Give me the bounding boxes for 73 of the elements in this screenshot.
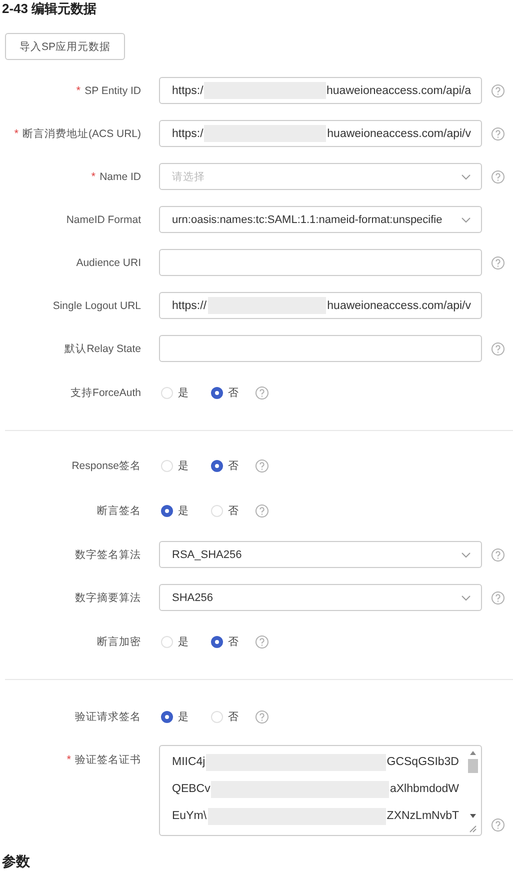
field-label: 断言加密 [97, 634, 141, 648]
help-icon[interactable] [491, 590, 505, 604]
text-line-end: aXlhbmdodW [390, 783, 459, 795]
scroll-down-icon[interactable] [469, 813, 477, 819]
text-line-start: MIIC4j [172, 756, 206, 768]
field-label: 数字摘要算法 [75, 590, 141, 604]
help-icon[interactable] [255, 458, 269, 472]
help-icon[interactable] [491, 548, 505, 562]
radio-option[interactable]: 是 [161, 634, 189, 648]
input-field[interactable]: https:// huaweioneaccess.com/api/v [159, 292, 482, 319]
radio-option[interactable]: 是 [161, 386, 189, 400]
radio-option[interactable]: 否 [211, 710, 239, 724]
text-line-end: ZXNzLmNvbT [386, 810, 459, 822]
radio-button[interactable] [211, 460, 223, 472]
required-mark: * [76, 84, 81, 96]
help-icon[interactable] [491, 84, 505, 98]
help-icon[interactable] [255, 710, 269, 724]
required-mark: * [91, 170, 96, 182]
required-mark: * [66, 754, 71, 766]
help-icon[interactable] [255, 634, 269, 648]
field-label: 断言消费地址(ACS URL) [22, 126, 141, 140]
chevron-down-icon [461, 552, 471, 558]
figure-caption: 2-43 编辑元数据 [1, 0, 98, 16]
text-area[interactable]: MIIC4j GCSqGSIb3D QEBCv aXlhbmdodW EuYm\ ZXNzLmNvbT [159, 745, 482, 836]
resize-grip-icon[interactable] [469, 825, 477, 833]
radio-option[interactable]: 否 [211, 458, 239, 472]
field-label: Name ID [100, 170, 141, 182]
input-field[interactable] [159, 335, 482, 362]
radio-option[interactable]: 否 [211, 634, 239, 648]
help-icon[interactable] [255, 386, 269, 400]
select-field[interactable]: RSA_SHA256 [159, 541, 482, 568]
section-heading: 参数 [1, 853, 31, 871]
text-line-start: QEBCv [172, 783, 210, 795]
radio-button[interactable] [161, 504, 173, 516]
radio-button[interactable] [211, 636, 223, 648]
field-label: 断言签名 [97, 504, 141, 518]
import-button[interactable]: 导入SP应用元数据 [5, 33, 125, 60]
select-field[interactable]: urn:oasis:names:tc:SAML:1.1:nameid-format:unspecifie [159, 206, 482, 233]
radio-button[interactable] [161, 710, 173, 722]
field-label: 默认Relay State [64, 342, 141, 356]
radio-option[interactable]: 否 [211, 386, 239, 400]
chevron-down-icon [461, 174, 471, 180]
field-label: Single Logout URL [52, 300, 141, 312]
scroll-thumb[interactable] [468, 759, 478, 773]
radio-option[interactable]: 是 [161, 504, 189, 518]
chevron-down-icon [461, 216, 471, 222]
help-icon[interactable] [491, 126, 505, 140]
field-label: SP Entity ID [84, 84, 141, 96]
field-label: Audience URI [76, 256, 141, 268]
chevron-down-icon [461, 594, 471, 600]
text-line-start: EuYm\ [172, 810, 207, 822]
radio-option[interactable]: 否 [211, 504, 239, 518]
help-icon[interactable] [255, 504, 269, 518]
help-icon[interactable] [491, 170, 505, 184]
text-line-end: GCSqGSIb3D [386, 756, 459, 768]
radio-option[interactable]: 是 [161, 458, 189, 472]
radio-option[interactable]: 是 [161, 710, 189, 724]
field-label: 数字签名算法 [75, 548, 141, 562]
input-field[interactable]: https:/ huaweioneaccess.com/api/v [159, 120, 482, 147]
help-icon[interactable] [491, 342, 505, 356]
field-label: 验证请求签名 [75, 710, 141, 724]
help-icon[interactable] [491, 256, 505, 270]
scroll-up-icon[interactable] [469, 750, 477, 756]
input-field[interactable]: https:/ huaweioneaccess.com/api/a [159, 77, 482, 104]
help-icon[interactable] [491, 818, 505, 832]
field-label: 验证签名证书 [75, 753, 141, 767]
field-label: 支持ForceAuth [70, 386, 141, 400]
field-label: NameID Format [66, 214, 141, 226]
radio-button[interactable] [211, 386, 223, 398]
field-label: Response签名 [72, 458, 141, 472]
required-mark: * [14, 128, 18, 140]
input-field[interactable] [159, 249, 482, 276]
select-field[interactable]: SHA256 [159, 584, 482, 611]
